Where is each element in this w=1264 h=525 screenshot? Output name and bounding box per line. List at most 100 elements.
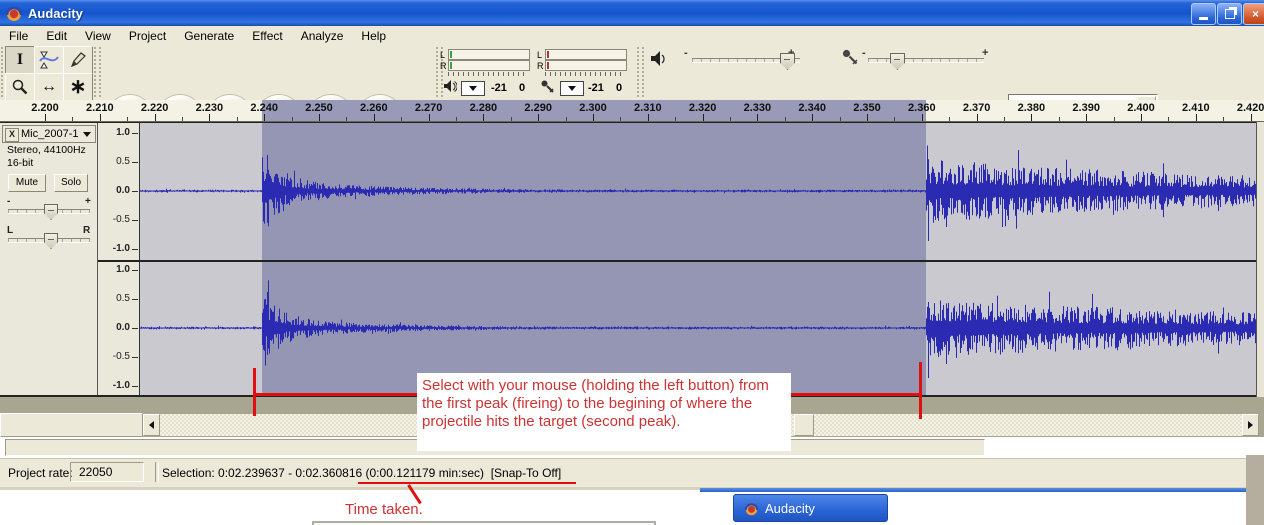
time-taken-label: Time taken. (345, 501, 423, 518)
chevron-down-icon (469, 86, 477, 91)
selection-tool-button[interactable]: I (5, 46, 35, 74)
toolbar: I ↔ ∗ L R -21 0 L R (0, 45, 1264, 101)
window-title: Audacity (28, 6, 83, 21)
mixer-microphone-icon (841, 48, 859, 71)
project-rate-label: Project rate: (8, 466, 73, 480)
input-meter-r-label: R (537, 62, 544, 71)
output-meter-scale (448, 72, 528, 76)
vruler-label: 0.0 (100, 323, 130, 333)
close-button[interactable]: × (1243, 3, 1264, 25)
input-meter-r-bar (545, 60, 627, 71)
gain-max-label: + (85, 197, 91, 207)
gain-min-label: - (7, 197, 10, 207)
annotation-underline (358, 482, 576, 484)
output-volume-min-label: - (684, 48, 688, 59)
snap-to-status: [Snap-To Off] (491, 466, 561, 480)
input-meter-max: 0 (616, 83, 622, 94)
menu-item-help[interactable]: Help (352, 29, 395, 43)
chevron-left-icon (149, 421, 154, 429)
input-volume-slider[interactable] (868, 58, 984, 63)
draw-tool-button[interactable] (63, 46, 93, 74)
solo-button[interactable]: Solo (54, 174, 88, 192)
pan-left-label: L (7, 226, 13, 236)
scroll-left-button[interactable] (143, 414, 160, 436)
double-arrow-icon: ↔ (41, 79, 57, 95)
asterisk-icon: ∗ (70, 77, 87, 97)
annotation-start-marker (253, 368, 256, 416)
title-bar: Audacity × (0, 0, 1264, 26)
mute-button[interactable]: Mute (8, 174, 46, 192)
track-format-line2: 16-bit (7, 157, 33, 169)
vertical-scrollbar[interactable] (1256, 122, 1264, 397)
menu-item-view[interactable]: View (76, 29, 120, 43)
envelope-tool-button[interactable] (34, 46, 64, 74)
microphone-icon (540, 79, 555, 99)
input-meter-min: -21 (588, 83, 604, 94)
partial-dialog-edge (312, 521, 656, 525)
audacity-window: Audacity × FileEditViewProjectGenerateEf… (0, 0, 1264, 525)
annotation-note-line: Select with your mouse (holding the left… (422, 377, 791, 395)
vruler-label: 0.5 (100, 294, 130, 304)
scroll-right-button[interactable] (1242, 414, 1259, 436)
vertical-ruler: 1.00.50.0-0.5-1.01.00.50.0-0.5-1.0 (98, 123, 140, 395)
scrollbar-thumb[interactable] (794, 414, 814, 436)
toolbar-gripper[interactable] (637, 47, 644, 97)
gain-thumb[interactable] (44, 204, 58, 220)
waveform-selection-ch1[interactable] (262, 123, 926, 260)
selection-range: Selection: 0:02.239637 - 0:02.360816 (162, 466, 362, 480)
output-meter-r-label: R (440, 62, 447, 71)
toolbar-gripper[interactable] (94, 47, 101, 97)
track-control-panel: X Mic_2007-1 Stereo, 44100Hz 16-bit Mute… (0, 123, 98, 395)
output-meter-max: 0 (519, 83, 525, 94)
output-meter-dropdown[interactable] (461, 81, 485, 96)
audacity-logo-icon (5, 4, 23, 22)
input-volume-thumb[interactable] (890, 53, 905, 70)
track-title-bar[interactable]: X Mic_2007-1 (2, 125, 96, 143)
track-format-line1: Stereo, 44100Hz (7, 144, 86, 156)
menu-item-analyze[interactable]: Analyze (292, 29, 353, 43)
desktop-area (0, 490, 1264, 525)
pan-thumb[interactable] (44, 233, 58, 249)
status-separator (155, 462, 159, 482)
input-meter-l-label: L (537, 51, 542, 60)
multi-tool-button[interactable]: ∗ (63, 73, 93, 101)
vruler-label: -1.0 (100, 381, 130, 391)
output-meter-r-bar (448, 60, 530, 71)
ibeam-icon: I (17, 52, 23, 68)
vruler-label: 1.0 (100, 128, 130, 138)
output-meter-l-bar (448, 49, 530, 60)
input-meter-scale (545, 72, 625, 76)
annotation-note: Select with your mouse (holding the left… (417, 373, 791, 451)
audacity-logo-icon (744, 501, 759, 516)
background-window-strip (1246, 455, 1264, 525)
vruler-label: -0.5 (100, 352, 130, 362)
menu-item-edit[interactable]: Edit (37, 29, 76, 43)
menu-item-file[interactable]: File (0, 29, 37, 43)
menu-item-generate[interactable]: Generate (175, 29, 243, 43)
annotation-end-marker (919, 362, 922, 419)
output-meter-min: -21 (491, 83, 507, 94)
status-bar: Project rate: 22050 Selection: 0:02.2396… (0, 458, 1264, 488)
pencil-icon (69, 51, 87, 69)
menu-item-effect[interactable]: Effect (243, 29, 291, 43)
vruler-label: 0.0 (100, 186, 130, 196)
output-volume-thumb[interactable] (780, 53, 795, 70)
input-meter-l-bar (545, 49, 627, 60)
annotation-note-line: the first peak (fireing) to the begining… (422, 395, 791, 413)
track-menu-chevron-icon[interactable] (83, 132, 91, 137)
minimize-button[interactable] (1191, 3, 1216, 25)
vruler-label: 1.0 (100, 265, 130, 275)
track-close-button[interactable]: X (5, 128, 19, 142)
chevron-right-icon (1248, 421, 1253, 429)
restore-button[interactable] (1217, 3, 1242, 25)
track-name[interactable]: Mic_2007-1 (21, 128, 78, 140)
envelope-icon (39, 51, 59, 69)
taskbar-audacity-button[interactable]: Audacity (733, 494, 888, 522)
project-rate-value: 22050 (70, 462, 144, 482)
timeshift-tool-button[interactable]: ↔ (34, 73, 64, 101)
input-meter-dropdown[interactable] (560, 81, 584, 96)
vruler-label: -1.0 (100, 244, 130, 254)
zoom-tool-button[interactable] (5, 73, 35, 101)
output-meter-l-label: L (440, 51, 445, 60)
menu-item-project[interactable]: Project (120, 29, 175, 43)
